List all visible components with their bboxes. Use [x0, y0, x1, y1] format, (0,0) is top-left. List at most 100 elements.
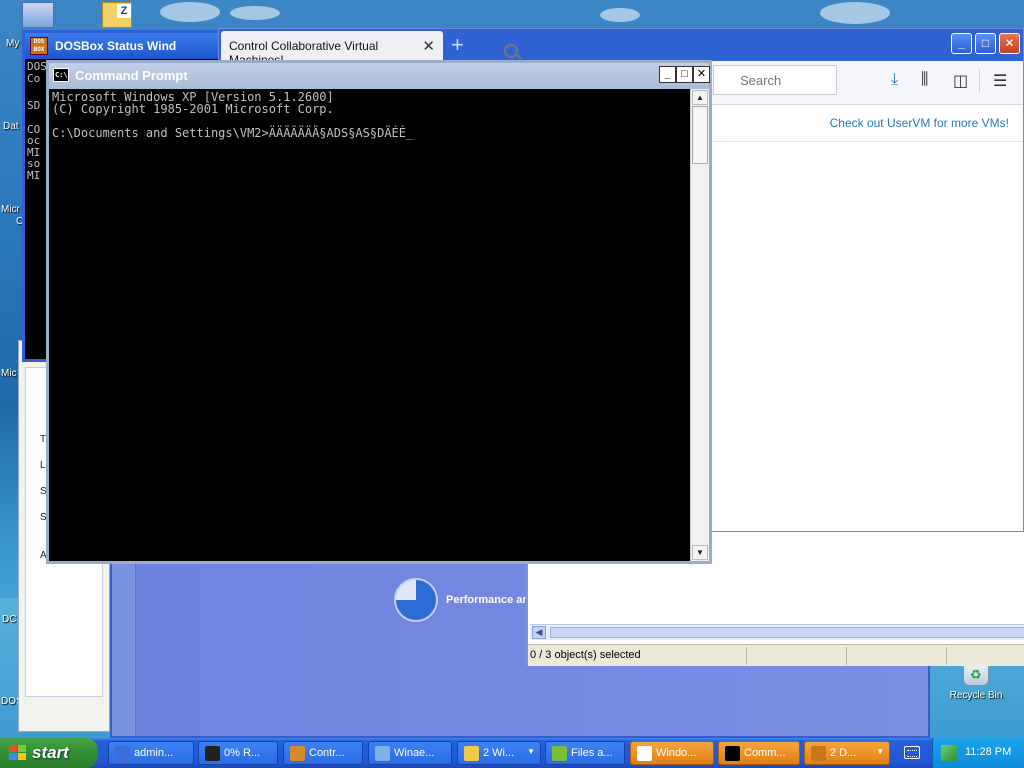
taskbar-button-label: 2 Wi...	[483, 747, 515, 759]
scroll-thumb[interactable]	[550, 627, 1024, 638]
taskbar-app-icon	[811, 746, 826, 761]
cmd-close-button[interactable]: ✕	[693, 66, 710, 83]
taskbar-button-label: Files a...	[571, 747, 613, 759]
taskbar-button-7zip[interactable]: 0% R...	[198, 741, 278, 765]
performance-category[interactable]: Performance and	[394, 578, 536, 622]
uservm-link[interactable]: Check out UserVM for more VMs!	[830, 116, 1009, 130]
download-icon[interactable]: ⤓	[891, 71, 898, 89]
performance-category-label: Performance and	[446, 594, 536, 606]
vertical-scrollbar[interactable]: ▲ ▼	[690, 89, 709, 561]
taskbar-app-icon	[552, 746, 567, 761]
dosbox-line: oc	[27, 134, 41, 147]
taskbar-button-command-prompt[interactable]: Comm...	[718, 741, 800, 765]
dosbox-output: DOS Co SD CO oc MI so MI	[27, 61, 47, 181]
browser-tab-bar: Control Collaborative Virtual Machines! …	[219, 29, 1023, 67]
taskbar-button-admin[interactable]: admin...	[108, 741, 194, 765]
search-input[interactable]: Search	[713, 65, 837, 95]
cmd-minimize-button[interactable]: _	[659, 66, 676, 83]
scroll-left-arrow-icon[interactable]: ◀	[532, 626, 546, 639]
dosbox-line: Co	[27, 71, 41, 85]
cloud	[600, 8, 640, 22]
menu-icon[interactable]: ☰	[993, 71, 1007, 91]
dosbox-line: MI	[27, 168, 41, 182]
command-prompt-titlebar[interactable]: C:\ Command Prompt _ □ ✕	[49, 63, 710, 89]
cloud	[820, 2, 890, 24]
cloud	[160, 2, 220, 22]
recycle-bin-icon	[963, 664, 989, 686]
cmd-maximize-button[interactable]: □	[676, 66, 693, 83]
scroll-down-arrow-icon[interactable]: ▼	[692, 545, 708, 560]
status-text: 0 / 3 object(s) selected	[530, 649, 641, 661]
taskbar-app-icon	[115, 746, 130, 761]
taskbar-button-label: 0% R...	[224, 747, 261, 759]
browser-tab[interactable]: Control Collaborative Virtual Machines! …	[221, 31, 443, 67]
cloud	[230, 6, 280, 20]
taskbar-button-label: admin...	[134, 747, 174, 759]
side-panel-item[interactable]: L	[40, 460, 46, 471]
taskbar-button-control-panel[interactable]: Contr...	[283, 741, 363, 765]
taskbar-button-label: Windo...	[656, 747, 697, 759]
taskbar-button-dosbox-group[interactable]: 2 D... ▼	[804, 741, 890, 765]
search-icon	[504, 44, 518, 58]
maximize-button[interactable]: □	[975, 33, 996, 54]
dosbox-spacer	[27, 84, 47, 100]
taskbar-button-winaero[interactable]: Winae...	[368, 741, 452, 765]
cmd-icon: C:\	[53, 68, 69, 82]
desktop-icon-label[interactable]: Micr	[1, 204, 20, 215]
dosbox-line: so	[27, 157, 41, 170]
network-icon[interactable]	[941, 745, 957, 761]
status-separator	[846, 647, 847, 665]
taskbar-button-label: Winae...	[394, 747, 435, 759]
dosbox-line: SD	[27, 99, 41, 112]
minimize-button[interactable]: _	[951, 33, 972, 54]
my-computer-icon[interactable]	[22, 2, 54, 28]
zip-folder-icon[interactable]: Z	[102, 2, 132, 28]
desktop-icon-label[interactable]: DC	[2, 614, 16, 625]
toolbar-separator	[979, 69, 980, 93]
horizontal-scrollbar[interactable]: ◀	[530, 624, 1024, 640]
new-tab-button[interactable]: +	[451, 32, 464, 58]
desktop-icon-label[interactable]: My	[6, 38, 19, 49]
keyboard-icon[interactable]	[904, 746, 920, 759]
console-output[interactable]: Microsoft Windows XP [Version 5.1.2600](…	[49, 89, 690, 561]
taskbar-button-label: 2 D...	[830, 747, 857, 759]
status-separator	[946, 647, 947, 665]
scroll-thumb[interactable]	[692, 106, 708, 164]
taskbar-button-label: Contr...	[309, 747, 345, 759]
taskbar: start admin... 0% R... Contr... Winae... 2 W…	[0, 738, 1024, 768]
tab-close-icon[interactable]: ✕	[422, 37, 435, 55]
dosbox-titlebar[interactable]: DOS BOX DOSBox Status Wind	[25, 33, 219, 59]
start-label: start	[32, 743, 69, 762]
taskbar-button-windows[interactable]: Windo...	[630, 741, 714, 765]
group-caret-icon: ▼	[527, 747, 535, 756]
taskbar-button-explorer-group[interactable]: 2 Wi... ▼	[457, 741, 541, 765]
system-tray: 11:28 PM	[932, 738, 1024, 768]
close-button[interactable]: ✕	[999, 33, 1020, 54]
control-panel-left-strip	[112, 542, 136, 736]
desktop-icon-label[interactable]: Mic	[1, 368, 17, 379]
windows-logo-icon	[9, 745, 27, 761]
performance-pie-icon	[394, 578, 438, 622]
status-bar: 0 / 3 object(s) selected	[528, 644, 1024, 666]
recycle-bin-label: Recycle Bin	[949, 690, 1003, 701]
taskbar-button-files[interactable]: Files a...	[545, 741, 625, 765]
library-icon[interactable]: ⫼	[921, 71, 928, 89]
taskbar-app-icon	[290, 746, 305, 761]
zip-z-glyph: Z	[117, 4, 131, 18]
clock[interactable]: 11:28 PM	[965, 746, 1011, 758]
taskbar-app-icon	[637, 746, 652, 761]
desktop-icon-label[interactable]: Dat	[3, 121, 19, 132]
scroll-up-arrow-icon[interactable]: ▲	[692, 90, 708, 105]
taskbar-app-icon	[725, 746, 740, 761]
group-caret-icon: ▼	[876, 747, 884, 756]
console-prompt-line: C:\Documents and Settings\VM2>ÄÄÄÄÄÄÄ§AD…	[52, 126, 414, 140]
dosbox-spacer	[27, 112, 47, 124]
dosbox-logo-icon: DOS BOX	[30, 37, 48, 55]
recycle-bin[interactable]: Recycle Bin	[946, 664, 1006, 701]
start-button[interactable]: start	[0, 738, 98, 768]
command-prompt-title: Command Prompt	[75, 68, 188, 83]
console-line: (C) Copyright 1985-2001 Microsoft Corp.	[52, 102, 334, 116]
sidebar-icon[interactable]: ◫	[953, 71, 968, 91]
taskbar-app-icon	[205, 746, 220, 761]
taskbar-button-label: Comm...	[744, 747, 786, 759]
